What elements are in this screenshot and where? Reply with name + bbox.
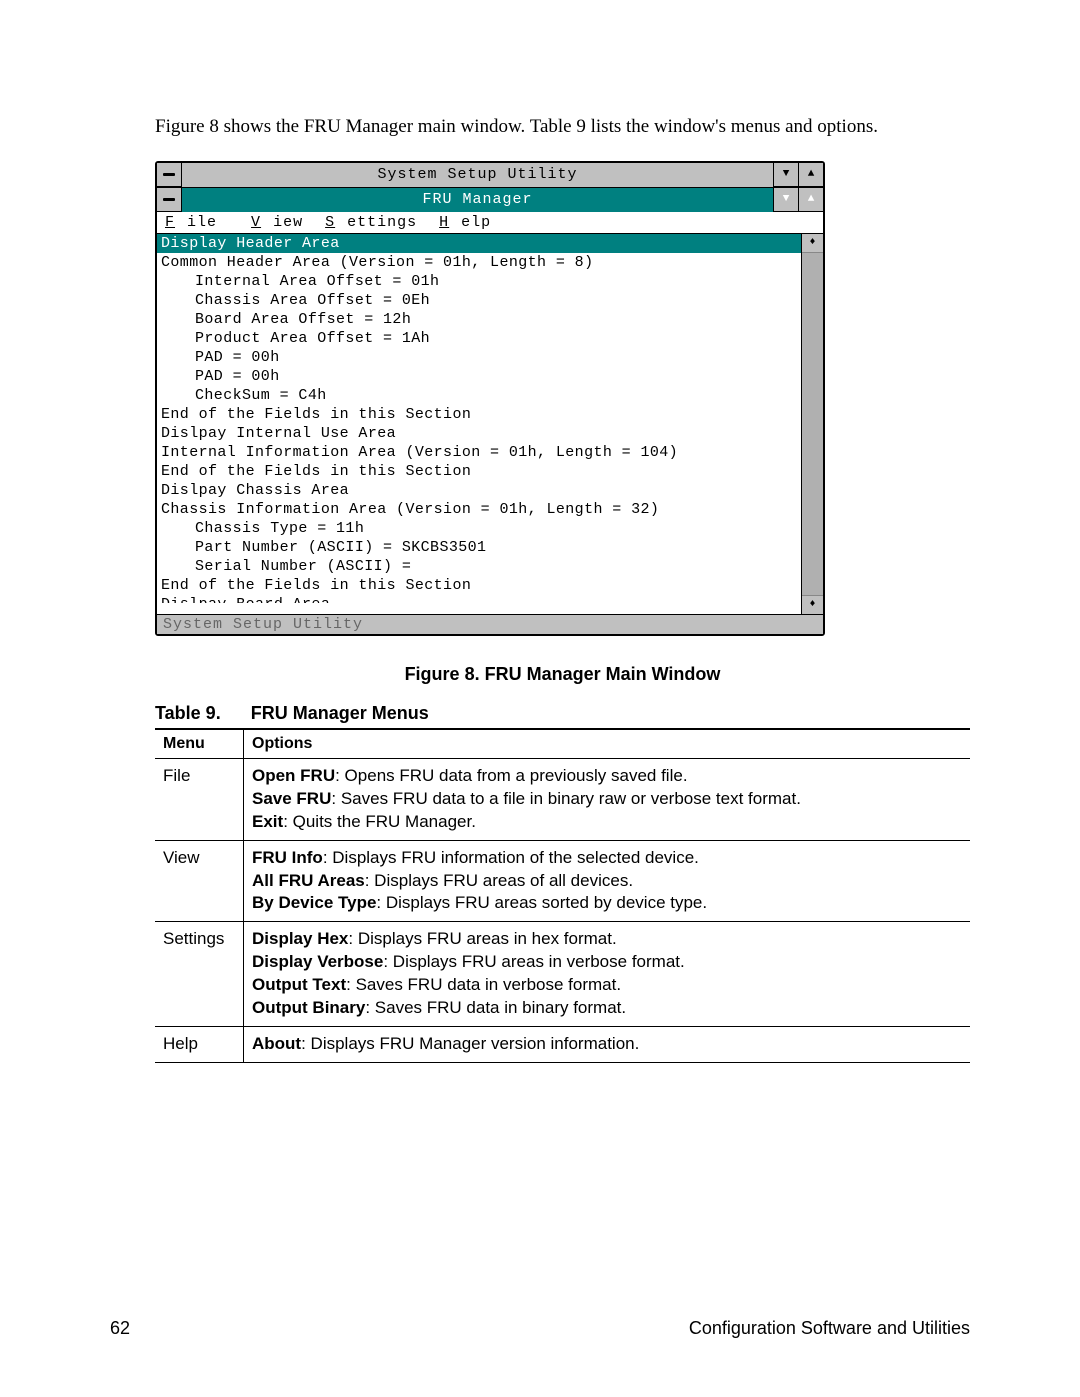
menu-cell: Settings bbox=[155, 922, 244, 1027]
status-bar: System Setup Utility bbox=[157, 614, 823, 634]
options-cell: About: Displays FRU Manager version info… bbox=[244, 1027, 971, 1063]
scroll-up-icon[interactable]: ♦ bbox=[802, 234, 823, 253]
minimize-icon[interactable]: ▼ bbox=[773, 163, 798, 187]
options-cell: FRU Info: Displays FRU information of th… bbox=[244, 840, 971, 922]
content-line: Board Area Offset = 12h bbox=[157, 310, 801, 329]
content-line: CheckSum = C4h bbox=[157, 386, 801, 405]
footer-doc-title: Configuration Software and Utilities bbox=[689, 1318, 970, 1339]
inner-system-menu-icon[interactable] bbox=[157, 188, 182, 212]
content-line: Chassis Area Offset = 0Eh bbox=[157, 291, 801, 310]
scroll-down-icon[interactable]: ♦ bbox=[802, 595, 823, 614]
menu-cell: View bbox=[155, 840, 244, 922]
content-line-cutoff: Dislpay Board Area bbox=[157, 595, 801, 603]
content-line: Internal Area Offset = 01h bbox=[157, 272, 801, 291]
options-cell: Open FRU: Opens FRU data from a previous… bbox=[244, 758, 971, 840]
table-title: Table 9.FRU Manager Menus bbox=[155, 703, 970, 724]
content-area: Display Header Area Common Header Area (… bbox=[157, 234, 801, 614]
content-line: Dislpay Internal Use Area bbox=[157, 424, 801, 443]
table-row: View FRU Info: Displays FRU information … bbox=[155, 840, 970, 922]
outer-titlebar: System Setup Utility ▼ ▲ bbox=[157, 163, 823, 188]
menu-file[interactable]: File bbox=[165, 214, 229, 231]
menubar: File View Settings Help bbox=[157, 212, 823, 234]
scroll-track[interactable] bbox=[802, 253, 823, 595]
highlighted-line[interactable]: Display Header Area bbox=[157, 234, 801, 253]
content-line: PAD = 00h bbox=[157, 367, 801, 386]
intro-paragraph: Figure 8 shows the FRU Manager main wind… bbox=[155, 115, 970, 139]
inner-window-title: FRU Manager bbox=[182, 188, 773, 212]
content-line: End of the Fields in this Section bbox=[157, 462, 801, 481]
content-line: Internal Information Area (Version = 01h… bbox=[157, 443, 801, 462]
inner-minimize-icon[interactable]: ▼ bbox=[773, 188, 798, 212]
content-line: PAD = 00h bbox=[157, 348, 801, 367]
table-row: Help About: Displays FRU Manager version… bbox=[155, 1027, 970, 1063]
maximize-icon[interactable]: ▲ bbox=[798, 163, 823, 187]
content-line: Serial Number (ASCII) = bbox=[157, 557, 801, 576]
content-line: Part Number (ASCII) = SKCBS3501 bbox=[157, 538, 801, 557]
content-line: Common Header Area (Version = 01h, Lengt… bbox=[157, 253, 801, 272]
outer-window-title: System Setup Utility bbox=[182, 163, 773, 187]
content-line: End of the Fields in this Section bbox=[157, 576, 801, 595]
page-number: 62 bbox=[110, 1318, 130, 1339]
table-row: Settings Display Hex: Displays FRU areas… bbox=[155, 922, 970, 1027]
options-cell: Display Hex: Displays FRU areas in hex f… bbox=[244, 922, 971, 1027]
content-line: Chassis Information Area (Version = 01h,… bbox=[157, 500, 801, 519]
content-line: Chassis Type = 11h bbox=[157, 519, 801, 538]
page-footer: 62 Configuration Software and Utilities bbox=[110, 1318, 970, 1339]
content-line: Product Area Offset = 1Ah bbox=[157, 329, 801, 348]
menu-settings[interactable]: Settings bbox=[325, 214, 417, 231]
table-header-menu: Menu bbox=[155, 729, 244, 759]
system-menu-icon[interactable] bbox=[157, 163, 182, 187]
figure-caption: Figure 8. FRU Manager Main Window bbox=[155, 664, 970, 685]
fru-manager-screenshot: System Setup Utility ▼ ▲ FRU Manager ▼ ▲… bbox=[155, 161, 825, 636]
table-row: File Open FRU: Opens FRU data from a pre… bbox=[155, 758, 970, 840]
menu-cell: Help bbox=[155, 1027, 244, 1063]
vertical-scrollbar[interactable]: ♦ ♦ bbox=[801, 234, 823, 614]
content-line: End of the Fields in this Section bbox=[157, 405, 801, 424]
table-header-options: Options bbox=[244, 729, 971, 759]
menu-cell: File bbox=[155, 758, 244, 840]
inner-maximize-icon[interactable]: ▲ bbox=[798, 188, 823, 212]
menu-help[interactable]: Help bbox=[439, 214, 491, 231]
fru-manager-menus-table: Menu Options File Open FRU: Opens FRU da… bbox=[155, 728, 970, 1063]
content-line: Dislpay Chassis Area bbox=[157, 481, 801, 500]
inner-titlebar: FRU Manager ▼ ▲ bbox=[157, 188, 823, 212]
menu-view[interactable]: View bbox=[251, 214, 303, 231]
